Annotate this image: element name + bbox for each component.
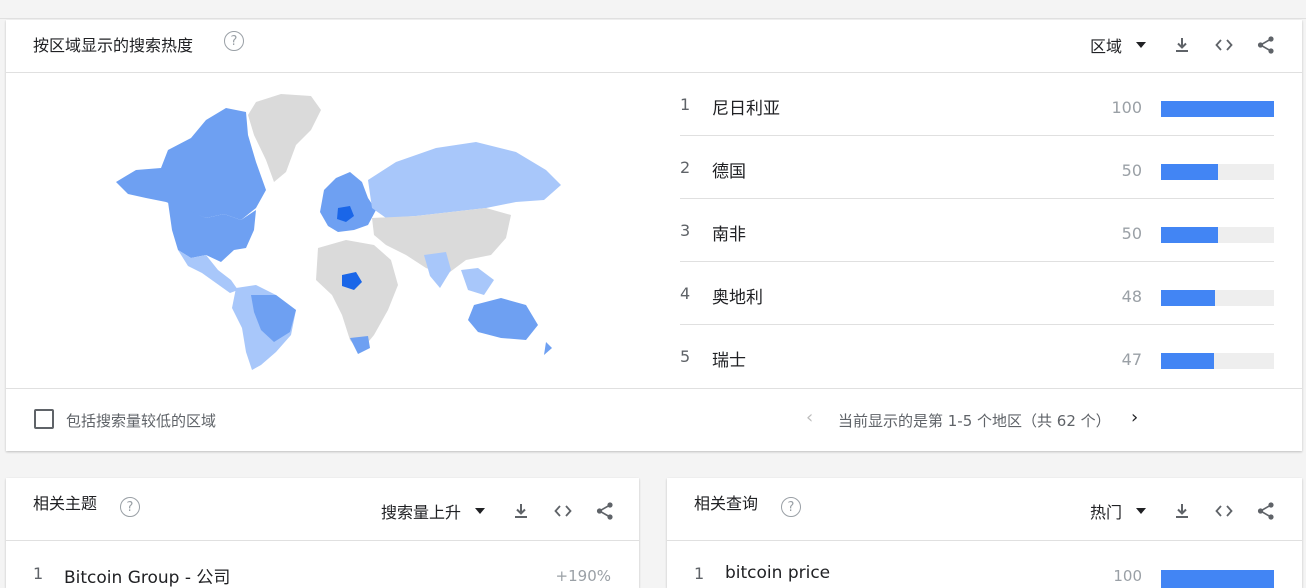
map-region-canada[interactable] [116,108,266,220]
topics-card-tools: 搜索量上升 [381,496,615,526]
related-queries-card: 相关查询 ? 热门 1 bitcoin price 100 [667,478,1302,588]
share-icon[interactable] [1256,35,1276,55]
caret-down-icon[interactable] [475,508,485,514]
rank-bar-track [1161,164,1274,180]
map-region-south-africa[interactable] [350,336,370,354]
rank-bar-fill [1161,164,1218,180]
topic-value: +190% [555,567,611,585]
rank-number: 1 [694,564,705,583]
top-separator [0,0,1306,19]
list-item[interactable]: 1 bitcoin price 100 [667,562,1302,588]
rank-bar-track [1161,101,1274,117]
share-icon[interactable] [595,501,615,521]
map-region-mexico[interactable] [178,250,238,293]
region-ranking-list: 1 尼日利亚 100 2 德国 50 3 南非 50 4 奥地利 48 5 瑞士… [680,73,1274,387]
rank-value: 100 [1111,98,1142,117]
geo-card-title: 按区域显示的搜索热度 [33,36,194,55]
queries-card-header: 相关查询 ? 热门 [667,478,1302,530]
map-region-europe[interactable] [320,172,376,232]
map-region-india[interactable] [424,252,451,288]
rank-bar-fill [1161,101,1274,117]
topics-filter-dropdown[interactable]: 搜索量上升 [381,499,461,523]
rank-region-name[interactable]: 奥地利 [712,283,763,308]
chevron-right-icon[interactable]: › [1131,407,1138,428]
queries-card-title: 相关查询 [694,494,759,513]
rank-region-name[interactable]: 德国 [712,157,746,182]
ranking-row[interactable]: 2 德国 50 [680,136,1274,199]
rank-number: 5 [680,347,691,366]
topics-header-divider [6,540,639,541]
topic-name[interactable]: Bitcoin Group - 公司 [64,563,230,588]
query-name[interactable]: bitcoin price [725,563,830,583]
embed-icon[interactable] [553,501,573,521]
ranking-row[interactable]: 1 尼日利亚 100 [680,73,1274,136]
caret-down-icon[interactable] [1136,508,1146,514]
rank-value: 47 [1121,350,1142,369]
world-map[interactable] [106,90,566,370]
rank-value: 48 [1121,287,1142,306]
queries-filter-dropdown[interactable]: 热门 [1090,499,1122,523]
help-icon[interactable]: ? [120,497,140,517]
rank-bar-fill [1161,290,1216,306]
help-icon[interactable]: ? [781,497,801,517]
rank-bar-track [1161,227,1274,243]
map-region-greenland[interactable] [248,94,321,182]
chevron-left-icon[interactable]: ‹ [806,407,813,428]
ranking-row[interactable]: 4 奥地利 48 [680,262,1274,325]
geo-interest-card: 按区域显示的搜索热度 ? 区域 1 尼日利亚 100 2 德国 50 3 南非 … [6,20,1302,451]
related-topics-card: 相关主题 ? 搜索量上升 1 Bitcoin Group - 公司 +190% [6,478,639,588]
rank-number: 1 [33,564,44,583]
rank-number: 3 [680,221,691,240]
queries-card-tools: 热门 [1090,496,1276,526]
low-volume-checkbox-label[interactable]: 包括搜索量较低的区域 [66,410,216,431]
ranking-row[interactable]: 3 南非 50 [680,199,1274,262]
rank-bar-fill [1161,227,1218,243]
embed-icon[interactable] [1214,35,1234,55]
geo-card-footer: 包括搜索量较低的区域 ‹ 当前显示的是第 1-5 个地区（共 62 个） › [6,389,1302,451]
map-region-southeast-asia[interactable] [461,268,494,295]
rank-number: 1 [680,95,691,114]
rank-number: 2 [680,158,691,177]
pager-status: 当前显示的是第 1-5 个地区（共 62 个） [838,412,1111,430]
query-bar-fill [1161,570,1274,588]
geo-card-header: 按区域显示的搜索热度 ? 区域 [6,20,1302,72]
rank-bar-track [1161,290,1274,306]
geo-resolution-dropdown[interactable]: 区域 [1090,33,1122,57]
rank-region-name[interactable]: 南非 [712,220,746,245]
topics-card-title: 相关主题 [33,494,98,513]
geo-card-tools: 区域 [1090,30,1276,60]
rank-value: 50 [1121,224,1142,243]
rank-value: 50 [1121,161,1142,180]
rank-region-name[interactable]: 瑞士 [712,346,746,371]
map-region-australia[interactable] [468,298,538,340]
download-icon[interactable] [1172,501,1192,521]
embed-icon[interactable] [1214,501,1234,521]
share-icon[interactable] [1256,501,1276,521]
checkbox-icon[interactable] [34,409,54,429]
ranking-row[interactable]: 5 瑞士 47 [680,325,1274,387]
download-icon[interactable] [511,501,531,521]
help-icon[interactable]: ? [224,31,244,51]
download-icon[interactable] [1172,35,1192,55]
topics-card-header: 相关主题 ? 搜索量上升 [6,478,639,530]
map-region-russia[interactable] [368,142,561,218]
query-bar-track [1161,570,1274,588]
list-item[interactable]: 1 Bitcoin Group - 公司 +190% [6,562,639,588]
queries-header-divider [667,540,1302,541]
map-region-new-zealand[interactable] [544,342,552,355]
rank-number: 4 [680,284,691,303]
rank-bar-fill [1161,353,1215,369]
query-value: 100 [1113,567,1142,585]
map-region-africa[interactable] [316,240,398,352]
rank-region-name[interactable]: 尼日利亚 [712,94,780,119]
rank-bar-track [1161,353,1274,369]
caret-down-icon[interactable] [1136,42,1146,48]
